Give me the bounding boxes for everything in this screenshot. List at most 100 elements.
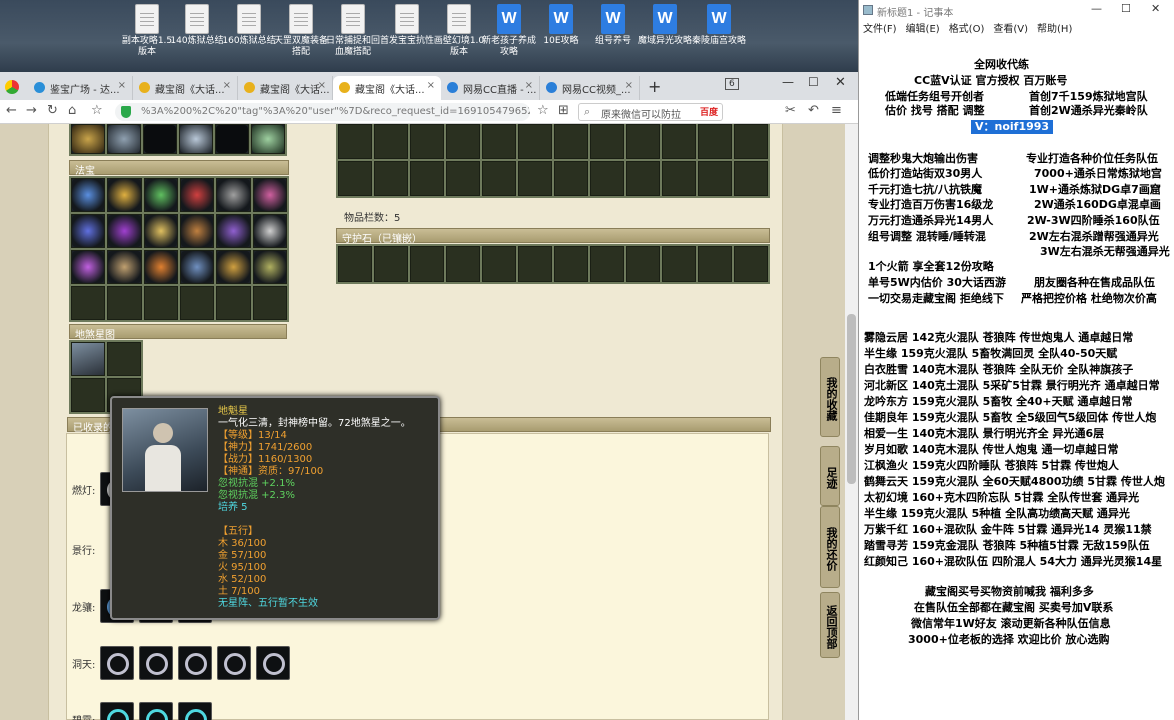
- notepad-menu-item[interactable]: 文件(F): [863, 24, 897, 35]
- browser-logo-icon[interactable]: [5, 80, 19, 94]
- collected-item-icon[interactable]: [139, 646, 173, 680]
- guardian-slot[interactable]: [410, 246, 444, 282]
- inventory-slot[interactable]: [734, 161, 768, 196]
- dishaxing-slot[interactable]: [71, 378, 105, 412]
- inventory-slot[interactable]: [338, 161, 372, 196]
- side-button[interactable]: 返回顶部: [820, 592, 840, 658]
- guardian-slot[interactable]: [518, 246, 552, 282]
- side-button[interactable]: 我的还价: [820, 506, 840, 588]
- collected-item-icon[interactable]: [178, 646, 212, 680]
- extensions-icon[interactable]: ⊞: [558, 103, 569, 118]
- inventory-slot[interactable]: [590, 124, 624, 159]
- fabao-slot[interactable]: [216, 214, 251, 248]
- guardian-slot[interactable]: [338, 246, 372, 282]
- fabao-slot[interactable]: [71, 178, 106, 212]
- tab-close-icon[interactable]: ×: [118, 80, 126, 91]
- guardian-slot[interactable]: [662, 246, 696, 282]
- guardian-slot[interactable]: [734, 246, 768, 282]
- fabao-slot[interactable]: [216, 286, 251, 320]
- inventory-slot[interactable]: [590, 161, 624, 196]
- fabao-slot[interactable]: [216, 178, 251, 212]
- fabao-slot[interactable]: [107, 286, 142, 320]
- browser-tab[interactable]: 网易CC直播 - ... ×: [441, 76, 540, 100]
- inventory-slot[interactable]: [446, 161, 480, 196]
- scissors-icon[interactable]: ✂: [785, 103, 796, 118]
- bookmark-star-icon[interactable]: ☆: [537, 103, 549, 118]
- inventory-slot[interactable]: [698, 124, 732, 159]
- fabao-slot[interactable]: [179, 178, 215, 212]
- back-icon[interactable]: ←: [6, 103, 17, 118]
- inventory-slot[interactable]: [446, 124, 480, 159]
- desktop-icon[interactable]: 160炼狱总结: [220, 4, 278, 47]
- desktop-icon[interactable]: 天罡双魔装备搭配: [272, 4, 330, 58]
- notepad-menu-item[interactable]: 格式(O): [949, 24, 985, 35]
- item-slot[interactable]: [179, 124, 213, 154]
- inventory-slot[interactable]: [338, 124, 372, 159]
- fabao-slot[interactable]: [252, 286, 287, 320]
- guardian-slot[interactable]: [626, 246, 660, 282]
- guardian-slot[interactable]: [446, 246, 480, 282]
- notepad-maximize-button[interactable]: ☐: [1121, 2, 1131, 15]
- collected-item-icon[interactable]: [100, 646, 134, 680]
- close-window-button[interactable]: ✕: [835, 75, 846, 90]
- tab-close-icon[interactable]: ×: [427, 80, 435, 91]
- undo-icon[interactable]: ↶: [808, 103, 819, 118]
- scrollbar-thumb[interactable]: [847, 314, 856, 484]
- guardian-slot[interactable]: [554, 246, 588, 282]
- collected-item-icon[interactable]: [217, 646, 251, 680]
- desktop-icon[interactable]: W 秦陵庙宫攻略: [690, 4, 748, 47]
- desktop-icon[interactable]: W 组号养号: [584, 4, 642, 47]
- notepad-close-button[interactable]: ✕: [1151, 2, 1160, 15]
- fabao-slot[interactable]: [143, 178, 178, 212]
- page-scrollbar[interactable]: [845, 124, 858, 720]
- tab-close-icon[interactable]: ×: [525, 80, 533, 91]
- dishaxing-slot[interactable]: [71, 342, 105, 376]
- maximize-button[interactable]: ☐: [808, 75, 819, 89]
- inventory-slot[interactable]: [518, 161, 552, 196]
- url-field[interactable]: %3A%200%2C%20"tag"%3A%20"user"%7D&reco_r…: [115, 103, 530, 121]
- collected-item-icon[interactable]: [100, 702, 134, 720]
- desktop-icon[interactable]: 首发宝宝抗性: [378, 4, 436, 47]
- item-slot[interactable]: [251, 124, 285, 154]
- browser-tab[interactable]: 藏宝阁《大话... ×: [333, 76, 441, 100]
- reload-icon[interactable]: ↻: [47, 103, 58, 118]
- desktop-icon[interactable]: 140炼狱总结: [168, 4, 226, 47]
- browser-tab[interactable]: 藏宝阁《大话... ×: [238, 76, 333, 100]
- notepad-menu-item[interactable]: 帮助(H): [1037, 24, 1072, 35]
- browser-tab[interactable]: 鉴宝广场 - 达... ×: [28, 76, 133, 100]
- guardian-slot[interactable]: [482, 246, 516, 282]
- tab-close-icon[interactable]: ×: [318, 80, 326, 91]
- fabao-slot[interactable]: [252, 250, 287, 284]
- tab-close-icon[interactable]: ×: [625, 80, 633, 91]
- fabao-slot[interactable]: [179, 286, 215, 320]
- fabao-slot[interactable]: [71, 250, 106, 284]
- fabao-slot[interactable]: [143, 250, 178, 284]
- fabao-slot[interactable]: [252, 214, 287, 248]
- browser-tab[interactable]: 网易CC视频_... ×: [540, 76, 640, 100]
- item-slot[interactable]: [143, 124, 177, 154]
- item-slot[interactable]: [215, 124, 249, 154]
- notepad-menu-item[interactable]: 编辑(E): [906, 24, 940, 35]
- notepad-minimize-button[interactable]: —: [1091, 2, 1102, 15]
- tab-count-badge[interactable]: 6: [725, 78, 739, 90]
- home-icon[interactable]: ⌂: [68, 103, 76, 118]
- inventory-slot[interactable]: [662, 124, 696, 159]
- inventory-slot[interactable]: [518, 124, 552, 159]
- inventory-slot[interactable]: [626, 161, 660, 196]
- minimize-button[interactable]: —: [782, 75, 794, 89]
- star-icon[interactable]: ☆: [91, 103, 103, 118]
- inventory-slot[interactable]: [374, 161, 408, 196]
- inventory-slot[interactable]: [662, 161, 696, 196]
- browser-tab[interactable]: 藏宝阁《大话... ×: [133, 76, 238, 100]
- fabao-slot[interactable]: [179, 250, 215, 284]
- collected-item-icon[interactable]: [256, 646, 290, 680]
- menu-icon[interactable]: ≡: [831, 103, 842, 118]
- item-slot[interactable]: [71, 124, 105, 154]
- dishaxing-slot[interactable]: [107, 342, 141, 376]
- forward-icon[interactable]: →: [26, 103, 37, 118]
- inventory-slot[interactable]: [698, 161, 732, 196]
- fabao-slot[interactable]: [107, 214, 142, 248]
- side-button[interactable]: 足迹: [820, 446, 840, 506]
- inventory-slot[interactable]: [482, 124, 516, 159]
- fabao-slot[interactable]: [179, 214, 215, 248]
